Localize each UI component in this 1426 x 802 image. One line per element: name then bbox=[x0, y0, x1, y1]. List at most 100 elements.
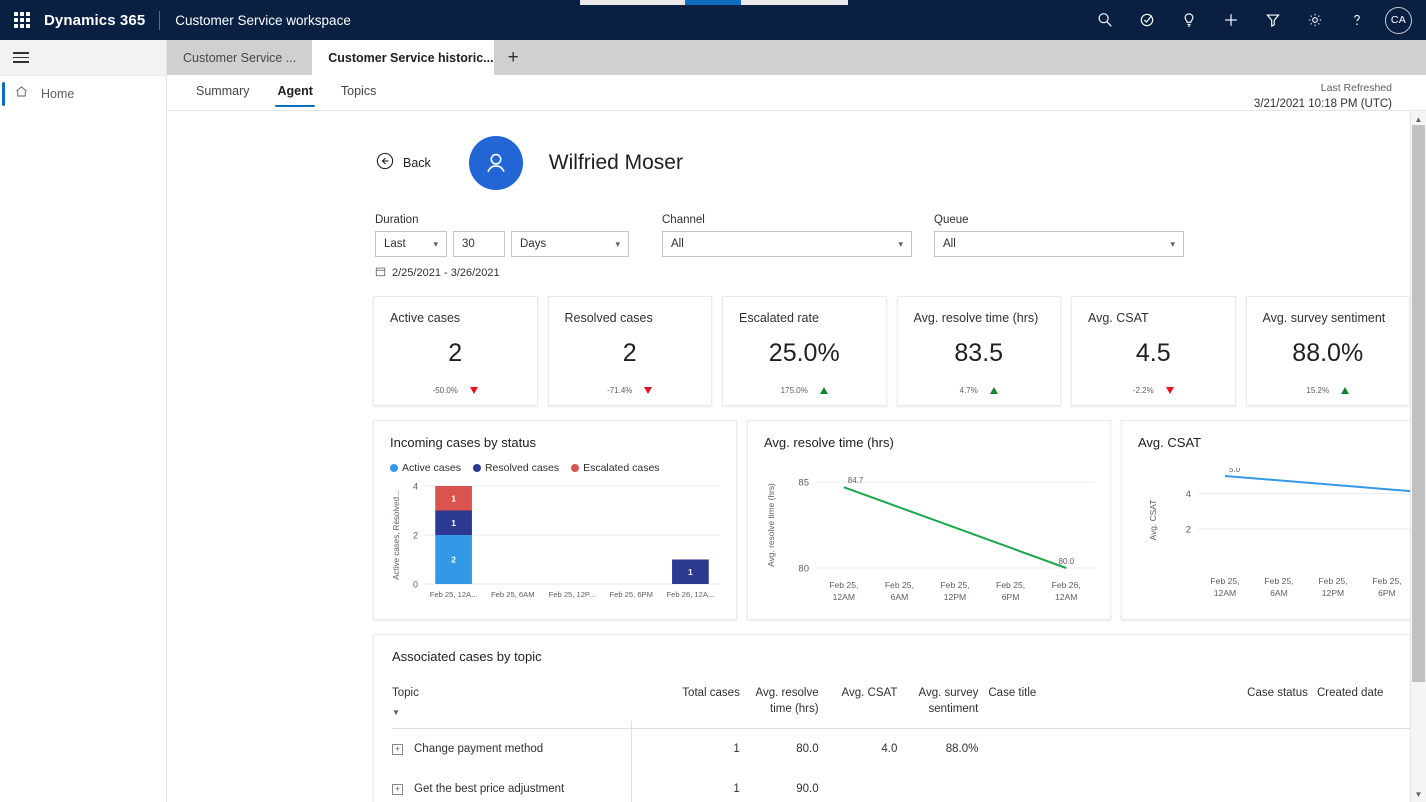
kpi-card-resolved-cases[interactable]: Resolved cases 2 -71.4% bbox=[547, 296, 712, 406]
tab-topics[interactable]: Topics bbox=[330, 75, 387, 106]
cell-created-date bbox=[1317, 729, 1410, 770]
svg-text:80.0: 80.0 bbox=[1059, 557, 1075, 566]
agent-header: Back Wilfried Moser bbox=[167, 111, 1410, 190]
legend-item-escalated-cases[interactable]: Escalated cases bbox=[571, 462, 660, 474]
associated-cases-table-card: Associated cases by topic Topic ▼ Total … bbox=[373, 634, 1410, 802]
svg-text:0: 0 bbox=[413, 580, 418, 590]
channel-select[interactable]: All ▾ bbox=[662, 231, 912, 257]
kpi-value: 25.0% bbox=[768, 339, 840, 367]
legend-item-resolved-cases[interactable]: Resolved cases bbox=[472, 462, 560, 474]
kpi-card-escalated-rate[interactable]: Escalated rate 25.0% 175.0% bbox=[722, 296, 887, 406]
svg-text:6PM: 6PM bbox=[1002, 592, 1020, 602]
column-header-label: Avg. survey sentiment bbox=[918, 687, 979, 715]
trend-down-icon bbox=[644, 387, 653, 394]
table-header-row: Topic ▼ Total cases Avg. resolve time (h… bbox=[392, 686, 1410, 729]
svg-text:80: 80 bbox=[798, 564, 809, 575]
cell-avg-csat bbox=[829, 769, 908, 802]
svg-text:Feb 26,: Feb 26, bbox=[1052, 580, 1081, 590]
expand-row-icon[interactable]: + bbox=[392, 783, 403, 795]
page-vertical-scrollbar[interactable]: ▲ ▼ bbox=[1410, 111, 1426, 802]
svg-text:12AM: 12AM bbox=[833, 592, 855, 602]
queue-select[interactable]: All ▾ bbox=[934, 231, 1184, 257]
session-tab-1[interactable]: Customer Service ... bbox=[167, 40, 312, 75]
svg-text:Feb 25, 12P...: Feb 25, 12P... bbox=[549, 590, 596, 599]
hamburger-menu-icon[interactable] bbox=[10, 45, 36, 71]
cell-topic: + Get the best price adjustment bbox=[392, 769, 662, 802]
column-header-case-status[interactable]: Case status bbox=[1247, 686, 1317, 729]
svg-text:6AM: 6AM bbox=[1270, 588, 1288, 598]
filter-icon[interactable] bbox=[1253, 0, 1293, 40]
kpi-card-avg-resolve-time[interactable]: Avg. resolve time (hrs) 83.5 4.7% bbox=[896, 296, 1061, 406]
kpi-title: Escalated rate bbox=[739, 311, 819, 325]
kpi-row: Active cases 2 -50.0% Resolved cases 2 -… bbox=[167, 280, 1410, 406]
duration-filter: Duration Last ▾ 30 Days ▾ bbox=[375, 214, 629, 257]
table-row[interactable]: + Get the best price adjustment 1 90.0 bbox=[392, 769, 1410, 802]
legend-swatch bbox=[571, 464, 580, 472]
help-icon[interactable] bbox=[1337, 0, 1377, 40]
new-tab-button[interactable]: + bbox=[494, 40, 532, 75]
duration-relative-select[interactable]: Last ▾ bbox=[375, 231, 447, 257]
back-button[interactable]: Back bbox=[375, 151, 431, 176]
session-tab-1-label: Customer Service ... bbox=[183, 50, 297, 65]
svg-text:Feb 25,: Feb 25, bbox=[940, 580, 969, 590]
table-row[interactable]: + Change payment method 1 80.0 4.0 88.0% bbox=[392, 729, 1410, 770]
plus-icon[interactable] bbox=[1211, 0, 1251, 40]
session-tab-2[interactable]: Customer Service historic... ✕ bbox=[312, 40, 495, 75]
gear-icon[interactable] bbox=[1295, 0, 1335, 40]
duration-amount-value: 30 bbox=[462, 238, 475, 250]
chart-incoming-cases-by-status[interactable]: Incoming cases by status Active cases Re… bbox=[373, 420, 737, 620]
check-circle-icon[interactable] bbox=[1127, 0, 1167, 40]
svg-text:2: 2 bbox=[413, 531, 418, 541]
svg-text:1: 1 bbox=[688, 567, 693, 577]
legend-item-active-cases[interactable]: Active cases bbox=[390, 462, 461, 474]
svg-text:Feb 25,: Feb 25, bbox=[1372, 576, 1401, 586]
column-header-topic[interactable]: Topic ▼ bbox=[392, 686, 662, 729]
svg-text:Feb 25,: Feb 25, bbox=[885, 580, 914, 590]
chart-plot-area: 245.04.0Feb 25,12AMFeb 25,6AMFeb 25,12PM… bbox=[1138, 465, 1410, 625]
topic-label: Get the best price adjustment bbox=[414, 783, 565, 796]
page-scrollbar-thumb[interactable] bbox=[1412, 125, 1425, 682]
user-avatar[interactable]: CA bbox=[1385, 6, 1412, 34]
kpi-delta-text: -50.0% bbox=[432, 386, 458, 395]
chevron-down-icon: ▾ bbox=[433, 238, 438, 249]
column-header-avg-survey-sentiment[interactable]: Avg. survey sentiment bbox=[907, 686, 988, 729]
cell-avg-resolve-time: 80.0 bbox=[796, 743, 819, 756]
kpi-card-avg-survey-sentiment[interactable]: Avg. survey sentiment 88.0% 15.2% bbox=[1245, 296, 1410, 406]
expand-row-icon[interactable]: + bbox=[392, 743, 403, 755]
duration-relative-value: Last bbox=[384, 238, 406, 250]
kpi-delta-text: -71.4% bbox=[607, 386, 633, 395]
kpi-delta: -71.4% bbox=[565, 386, 696, 395]
column-header-created-date[interactable]: Created date bbox=[1317, 686, 1410, 729]
kpi-value: 2 bbox=[448, 339, 463, 367]
tab-summary[interactable]: Summary bbox=[185, 75, 260, 106]
column-header-label: Case title bbox=[988, 687, 1037, 699]
svg-text:12AM: 12AM bbox=[1214, 588, 1236, 598]
legend-label: Resolved cases bbox=[484, 462, 560, 474]
date-range-text: 2/25/2021 - 3/26/2021 bbox=[392, 267, 500, 279]
kpi-delta: 4.7% bbox=[914, 386, 1045, 395]
column-header-total-cases[interactable]: Total cases bbox=[662, 686, 750, 729]
tab-summary-label: Summary bbox=[196, 84, 250, 98]
back-button-label: Back bbox=[403, 156, 431, 170]
column-header-case-title[interactable]: Case title bbox=[988, 686, 1247, 729]
svg-text:Avg. resolve time (hrs): Avg. resolve time (hrs) bbox=[766, 483, 776, 567]
duration-amount-input[interactable]: 30 bbox=[453, 231, 505, 257]
svg-text:Feb 26, 12A...: Feb 26, 12A... bbox=[667, 590, 715, 599]
app-launcher-icon[interactable] bbox=[0, 0, 44, 40]
column-header-avg-resolve-time[interactable]: Avg. resolve time (hrs) bbox=[750, 686, 829, 729]
kpi-delta: 175.0% bbox=[739, 386, 870, 395]
search-icon[interactable] bbox=[1085, 0, 1125, 40]
kpi-card-active-cases[interactable]: Active cases 2 -50.0% bbox=[373, 296, 538, 406]
svg-text:Feb 25,: Feb 25, bbox=[996, 580, 1025, 590]
kpi-delta: -2.2% bbox=[1088, 386, 1219, 395]
chart-avg-csat[interactable]: Avg. CSAT 245.04.0Feb 25,12AMFeb 25,6AMF… bbox=[1121, 420, 1410, 620]
lightbulb-icon[interactable] bbox=[1169, 0, 1209, 40]
column-header-avg-csat[interactable]: Avg. CSAT bbox=[829, 686, 908, 729]
duration-unit-select[interactable]: Days ▾ bbox=[511, 231, 629, 257]
chart-avg-resolve-time[interactable]: Avg. resolve time (hrs) 80 85 84.7 80.0 Feb … bbox=[747, 420, 1111, 620]
kpi-card-avg-csat[interactable]: Avg. CSAT 4.5 -2.2% bbox=[1071, 296, 1236, 406]
tab-agent[interactable]: Agent bbox=[266, 75, 323, 107]
scroll-down-arrow-icon[interactable]: ▼ bbox=[1411, 786, 1426, 802]
table-column-divider bbox=[631, 721, 632, 802]
sidebar-item-home[interactable]: Home bbox=[0, 76, 166, 112]
